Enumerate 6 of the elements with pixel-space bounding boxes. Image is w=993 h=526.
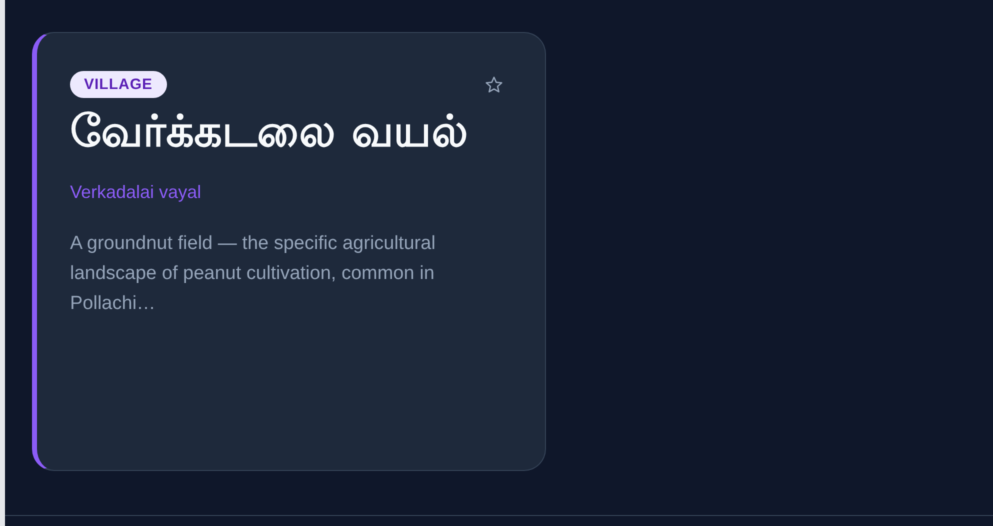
transliteration: Verkadalai vayal: [70, 182, 202, 203]
tamil-title: வேர்க்கடலை வயல்: [70, 105, 470, 159]
star-icon[interactable]: [483, 74, 505, 96]
description: A groundnut field — the specific agricultural landscape of peanut cultivation, common in Pollachi…: [70, 232, 436, 316]
word-card[interactable]: VILLAGE வேர்க்கடலை வயல் Verkadalai vayal A groundnut field — the specific agricultural landscape of peanut cultivation, common in Pollachi…: [32, 32, 546, 471]
category-tag: VILLAGE: [70, 71, 167, 98]
